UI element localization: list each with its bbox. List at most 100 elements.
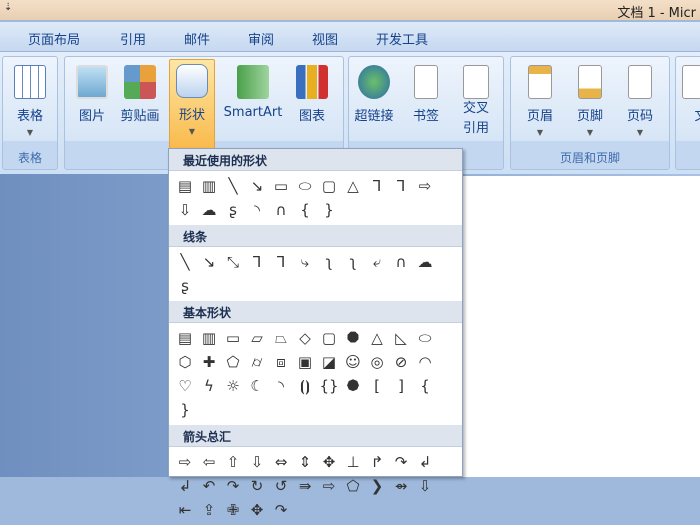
header-button[interactable]: 页眉 ▼ [517, 61, 563, 153]
shape-icon[interactable]: ✥ [317, 450, 341, 474]
shape-icon[interactable]: ☁ [197, 198, 221, 222]
shape-icon[interactable]: ↲ [413, 450, 437, 474]
shape-icon[interactable]: ] [389, 374, 413, 398]
shape-icon[interactable]: ↲ [173, 474, 197, 498]
shape-icon[interactable]: ◠ [413, 350, 437, 374]
clipart-button[interactable]: 剪贴画 [117, 61, 163, 153]
shape-icon[interactable]: ⇩ [245, 450, 269, 474]
shape-icon[interactable]: } [317, 198, 341, 222]
shape-icon[interactable]: ⇩ [173, 198, 197, 222]
page-number-button[interactable]: 页码 ▼ [617, 61, 663, 153]
shape-icon[interactable]: ⇦ [197, 450, 221, 474]
shape-icon[interactable]: ✙ [221, 498, 245, 522]
shape-icon[interactable]: ╲ [221, 174, 245, 198]
shape-icon[interactable]: △ [365, 326, 389, 350]
shape-icon[interactable]: ∩ [269, 198, 293, 222]
shape-icon[interactable]: ♡ [173, 374, 197, 398]
quick-access-toolbar-dropdown[interactable]: ⇣ [4, 2, 12, 13]
shape-icon[interactable]: ⏢ [269, 326, 293, 350]
shape-icon[interactable]: ↻ [245, 474, 269, 498]
table-button[interactable]: 表格 ▼ [7, 61, 53, 153]
tab-review[interactable]: 审阅 [248, 29, 274, 48]
shape-icon[interactable]: ϟ [197, 374, 221, 398]
shapes-button[interactable]: 形状 ▼ [169, 59, 215, 153]
shape-icon[interactable]: ▥ [197, 326, 221, 350]
shape-icon[interactable]: ⬠ [221, 350, 245, 374]
tab-developer[interactable]: 开发工具 [376, 29, 428, 48]
shape-icon[interactable]: ⅂ [269, 250, 293, 274]
shape-icon[interactable]: ⇕ [293, 450, 317, 474]
tab-mailings[interactable]: 邮件 [184, 29, 210, 48]
tab-references[interactable]: 引用 [120, 29, 146, 48]
shape-icon[interactable]: ⇨ [173, 450, 197, 474]
shape-icon[interactable]: ⇩ [413, 474, 437, 498]
shape-icon[interactable]: ✥ [245, 498, 269, 522]
shape-icon[interactable]: ⅂ [389, 174, 413, 198]
shape-icon[interactable]: ⯄ [341, 374, 365, 398]
shape-icon[interactable]: ▤ [173, 174, 197, 198]
shape-icon[interactable]: ⯃ [341, 326, 365, 350]
shape-icon[interactable]: ▢ [317, 174, 341, 198]
shape-icon[interactable]: ◪ [317, 350, 341, 374]
shape-icon[interactable]: ☺ [341, 350, 365, 374]
picture-button[interactable]: 图片 [69, 61, 115, 153]
shape-icon[interactable]: ☁ [413, 250, 437, 274]
shape-icon[interactable]: ⧈ [269, 350, 293, 374]
bookmark-button[interactable]: 书签 [403, 61, 449, 153]
shape-icon[interactable]: ◇ [293, 326, 317, 350]
footer-button[interactable]: 页脚 ▼ [567, 61, 613, 153]
shape-icon[interactable]: ◝ [245, 198, 269, 222]
shape-icon[interactable]: ⤷ [293, 250, 317, 274]
shape-icon[interactable]: ↱ [365, 450, 389, 474]
shape-icon[interactable]: ▱ [245, 326, 269, 350]
shape-icon[interactable]: ╲ [173, 250, 197, 274]
shape-icon[interactable]: ⅂ [365, 174, 389, 198]
shape-icon[interactable]: ▤ [173, 326, 197, 350]
shape-icon[interactable]: ⌭ [245, 350, 269, 374]
shape-icon[interactable]: ∩ [389, 250, 413, 274]
shape-icon[interactable]: ⬭ [293, 174, 317, 198]
shape-icon[interactable]: ◎ [365, 350, 389, 374]
shape-icon[interactable]: ʅ [341, 250, 365, 274]
shape-icon[interactable]: ▢ [317, 326, 341, 350]
shape-icon[interactable]: ▥ [197, 174, 221, 198]
shape-icon[interactable]: ⬠ [341, 474, 365, 498]
shape-icon[interactable]: ʂ [173, 274, 197, 298]
shape-icon[interactable]: ⤡ [221, 250, 245, 274]
hyperlink-button[interactable]: 超链接 [351, 61, 397, 153]
shape-icon[interactable]: ↷ [389, 450, 413, 474]
shape-icon[interactable]: ⇤ [173, 498, 197, 522]
shape-icon[interactable]: ✚ [197, 350, 221, 374]
shape-icon[interactable]: [ [365, 374, 389, 398]
shape-icon[interactable]: ⇪ [197, 498, 221, 522]
shape-icon[interactable]: ⇴ [389, 474, 413, 498]
shape-icon[interactable]: ⊥ [341, 450, 365, 474]
document-page[interactable] [460, 176, 700, 477]
shape-icon[interactable]: △ [341, 174, 365, 198]
shape-icon[interactable]: ↷ [221, 474, 245, 498]
chart-button[interactable]: 图表 [289, 61, 335, 153]
shape-icon[interactable]: ⇨ [413, 174, 437, 198]
shape-icon[interactable]: ⇛ [293, 474, 317, 498]
shape-icon[interactable]: ☼ [221, 374, 245, 398]
shape-icon[interactable]: ↺ [269, 474, 293, 498]
shape-icon[interactable]: ⅂ [245, 250, 269, 274]
shape-icon[interactable]: ʅ [317, 250, 341, 274]
cross-reference-button[interactable]: 交叉 引用 [453, 61, 499, 153]
shape-icon[interactable]: ▭ [269, 174, 293, 198]
shape-icon[interactable]: ⊘ [389, 350, 413, 374]
shape-icon[interactable]: } [173, 398, 197, 422]
shape-icon[interactable]: ⬡ [173, 350, 197, 374]
shape-icon[interactable]: { [293, 198, 317, 222]
shape-icon[interactable]: ↘ [197, 250, 221, 274]
shape-icon[interactable]: ⇨ [317, 474, 341, 498]
shape-icon[interactable]: ↷ [269, 498, 293, 522]
shape-icon[interactable]: ⇔ [269, 450, 293, 474]
shape-icon[interactable]: ❯ [365, 474, 389, 498]
shape-icon[interactable]: ▭ [221, 326, 245, 350]
shape-icon[interactable]: ◝ [269, 374, 293, 398]
shape-icon[interactable]: { [413, 374, 437, 398]
shape-icon[interactable]: ◺ [389, 326, 413, 350]
shape-icon[interactable]: ʂ [221, 198, 245, 222]
shape-icon[interactable]: ⇧ [221, 450, 245, 474]
